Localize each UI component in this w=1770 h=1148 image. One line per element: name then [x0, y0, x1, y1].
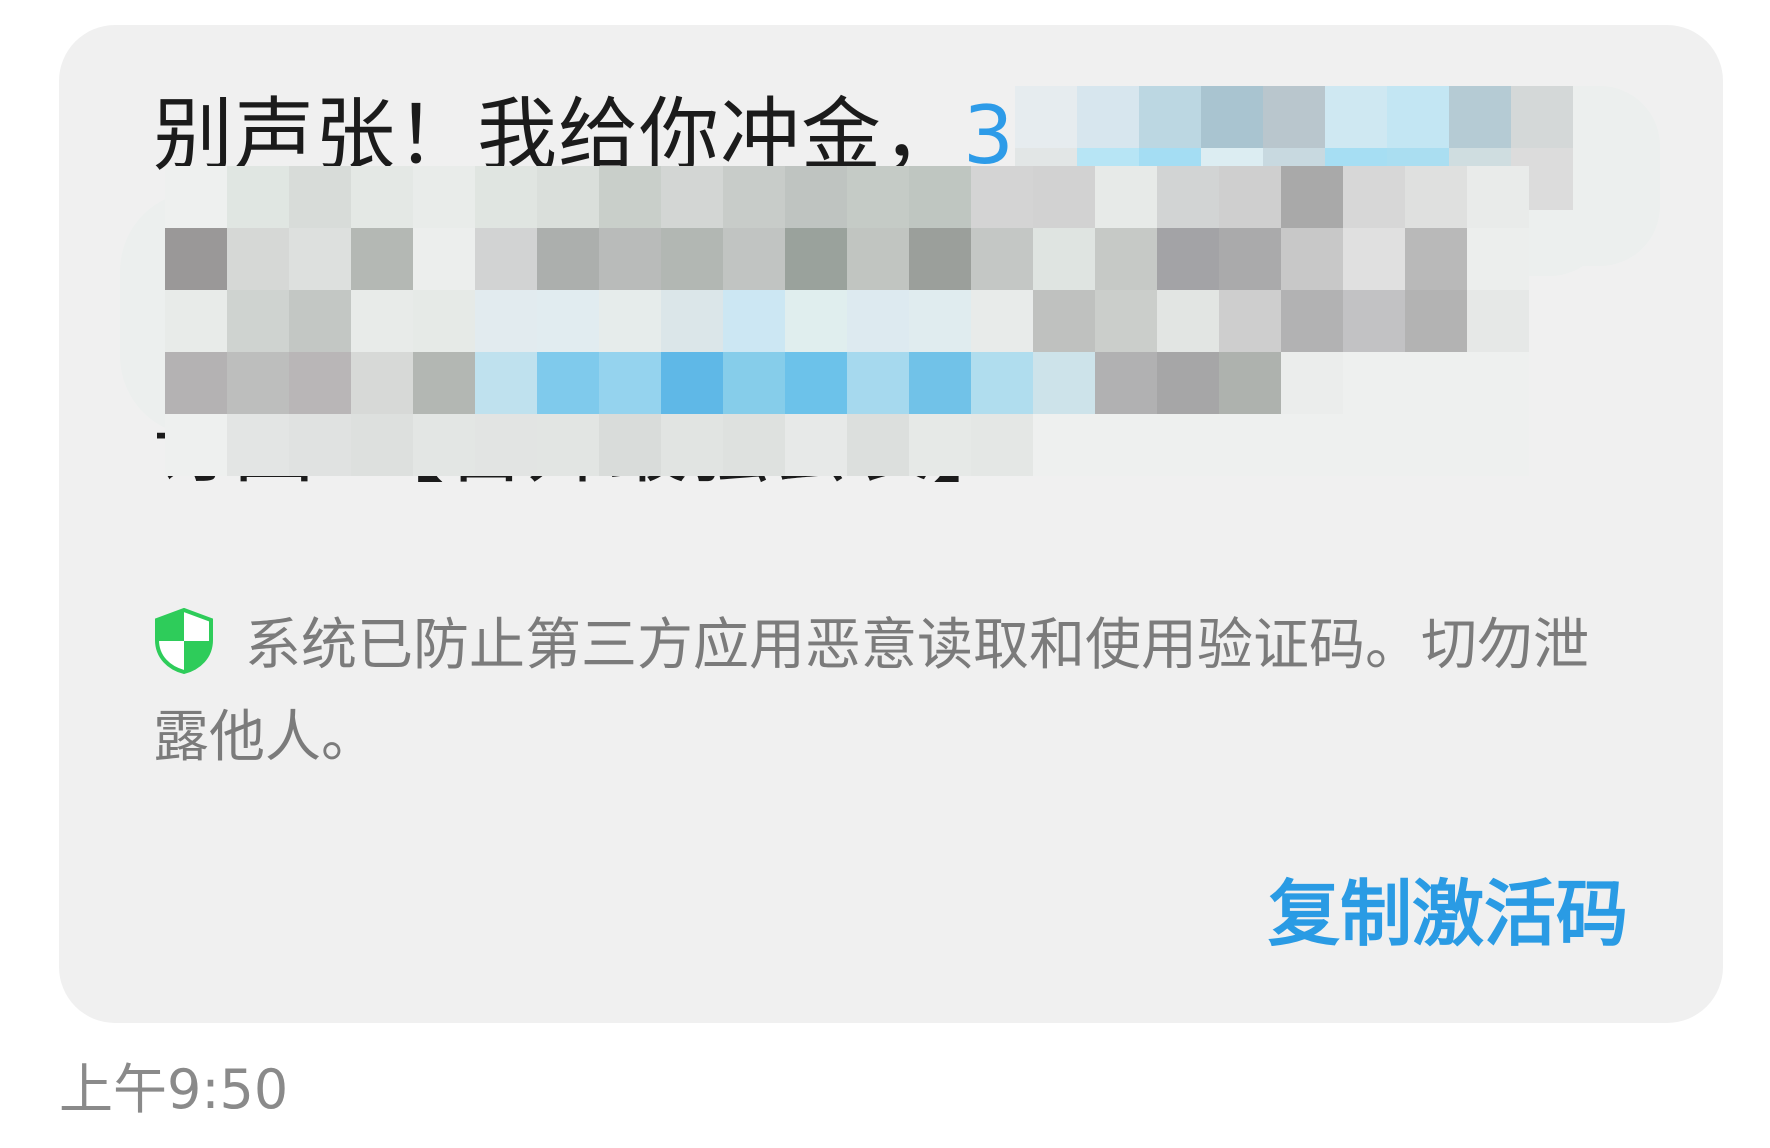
- message-line-2: [153, 193, 179, 286]
- message-line-3-tail: 起超: [1248, 297, 1410, 390]
- message-link-fragment[interactable]: 3: [963, 89, 1015, 182]
- security-notice-text: 系统已防止第三方应用恶意读取和使用验证码。切勿泄露他人。: [153, 613, 1589, 770]
- copy-activation-code-button[interactable]: 复制激活码: [1268, 868, 1628, 960]
- message-body: 别声张！我给你冲金，3 起超 订回T【晋升最强会长】: [153, 84, 1583, 500]
- shield-check-icon: [153, 607, 215, 675]
- message-timestamp: 上午9:50: [59, 1058, 289, 1121]
- message-line-4: 订回T【晋升最强会长】: [153, 401, 1013, 494]
- security-notice: 系统已防止第三方应用恶意读取和使用验证码。切勿泄露他人。: [153, 600, 1613, 784]
- message-line-1: 别声张！我给你冲金，: [153, 89, 963, 182]
